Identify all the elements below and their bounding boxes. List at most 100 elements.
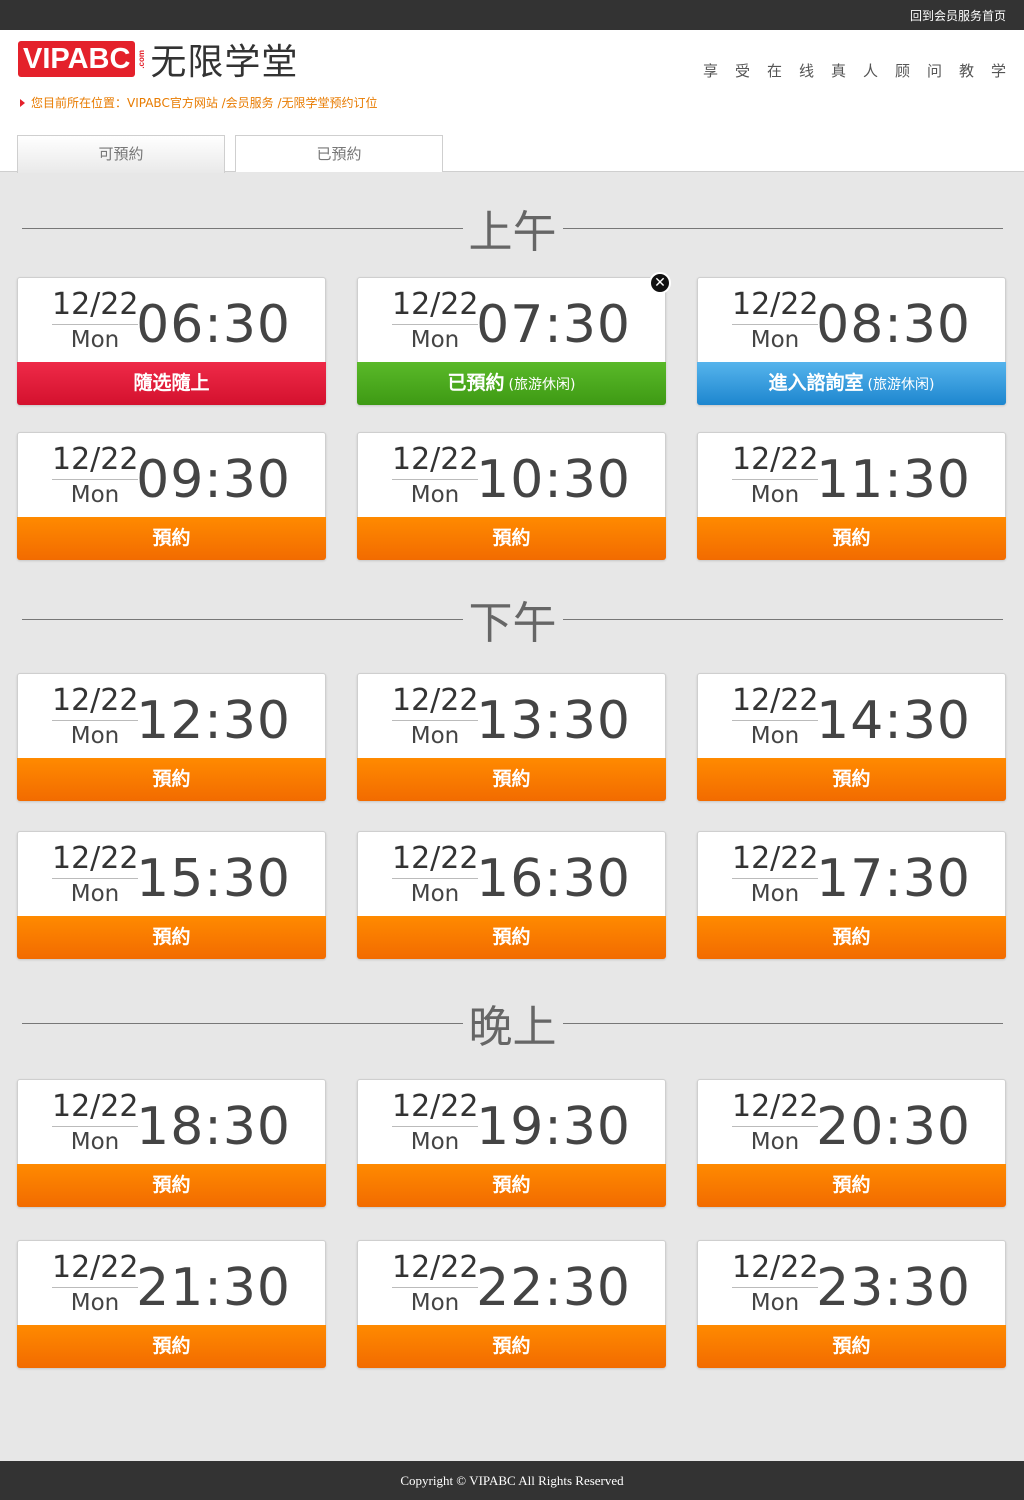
slot-date: 12/22 Mon <box>52 286 138 355</box>
section-label: 下午 <box>468 598 557 649</box>
slot-weekday: Mon <box>750 1290 800 1316</box>
time-slot-card: 12/22 Mon 20:30 預約 <box>697 1079 1006 1207</box>
slot-date: 12/22 Mon <box>392 441 478 510</box>
slot-date: 12/22 Mon <box>732 1088 818 1157</box>
slot-action-button[interactable]: 預約 <box>357 1164 666 1207</box>
section-heading: 上午 <box>22 198 1003 258</box>
slot-month-day: 12/22 <box>392 682 478 721</box>
logo-text: 无限学堂 <box>150 42 299 83</box>
time-slot-card: 12/22 Mon 18:30 預約 <box>17 1079 326 1207</box>
slot-time: 23:30 <box>816 1258 971 1318</box>
time-slot-card: 12/22 Mon 21:30 預約 <box>17 1240 326 1368</box>
logo-com: .com <box>137 49 147 69</box>
logo-main: VIPABC <box>18 41 136 77</box>
slot-time: 07:30 <box>476 295 631 355</box>
slot-weekday: Mon <box>410 1290 460 1316</box>
slot-course-note: (旅游休闲) <box>867 377 935 393</box>
slot-month-day: 12/22 <box>732 286 818 325</box>
slot-action-button[interactable]: 預約 <box>697 1325 1006 1368</box>
slot-action-label: 預約 <box>492 926 531 948</box>
slot-weekday: Mon <box>410 881 460 907</box>
slot-month-day: 12/22 <box>52 1249 138 1288</box>
logo[interactable]: VIPABC .com 无限学堂 <box>18 40 298 83</box>
time-slot-card: 12/22 Mon 06:30 隨选隨上 <box>17 277 326 405</box>
slot-action-label: 已預約 <box>447 372 505 394</box>
slot-month-day: 12/22 <box>392 286 478 325</box>
time-slot-card: 12/22 Mon 13:30 預約 <box>357 673 666 801</box>
slot-time: 20:30 <box>816 1097 971 1157</box>
slot-time: 18:30 <box>136 1097 291 1157</box>
slot-action-button[interactable]: 進入諮詢室 (旅游休闲) <box>697 362 1006 405</box>
member-home-link[interactable]: 回到会员服务首页 <box>910 7 1006 24</box>
breadcrumb-arrow-icon <box>20 98 25 107</box>
slot-time: 16:30 <box>476 849 631 909</box>
divider <box>562 227 1003 229</box>
slot-time: 09:30 <box>136 450 291 510</box>
divider <box>22 227 463 229</box>
time-slot-card: 12/22 Mon 14:30 預約 <box>697 673 1006 801</box>
section-heading: 晚上 <box>22 993 1003 1053</box>
slot-time: 15:30 <box>136 849 291 909</box>
slot-time: 06:30 <box>136 295 291 355</box>
tab-available[interactable]: 可預約 <box>17 135 225 173</box>
slot-action-label: 隨选隨上 <box>133 372 210 394</box>
slot-weekday: Mon <box>750 327 800 353</box>
slot-action-label: 預約 <box>492 1335 531 1357</box>
slot-date: 12/22 Mon <box>392 1088 478 1157</box>
close-icon[interactable]: ✕ <box>649 272 671 294</box>
slot-action-button[interactable]: 預約 <box>357 916 666 959</box>
slot-weekday: Mon <box>70 881 120 907</box>
slot-action-button[interactable]: 預約 <box>697 1164 1006 1207</box>
divider <box>22 618 463 620</box>
slot-date: 12/22 Mon <box>732 286 818 355</box>
slot-action-button[interactable]: 預約 <box>697 517 1006 560</box>
slot-action-label: 預約 <box>832 1174 871 1196</box>
tab-booked[interactable]: 已預約 <box>235 135 443 172</box>
slot-action-label: 預約 <box>152 926 191 948</box>
time-slot-card: 12/22 Mon 10:30 預約 <box>357 432 666 560</box>
slot-action-button[interactable]: 預約 <box>17 1325 326 1368</box>
slot-time: 21:30 <box>136 1258 291 1318</box>
slot-action-button[interactable]: 預約 <box>697 758 1006 801</box>
slot-action-button[interactable]: 預約 <box>697 916 1006 959</box>
slot-action-label: 預約 <box>152 1174 191 1196</box>
slot-action-button[interactable]: 已預約 (旅游休闲) <box>357 362 666 405</box>
slogan: 享受在线真人顾问教学 <box>702 62 1023 80</box>
slot-date: 12/22 Mon <box>392 1249 478 1318</box>
slot-action-label: 預約 <box>832 768 871 790</box>
slot-action-button[interactable]: 隨选隨上 <box>17 362 326 405</box>
slot-time: 17:30 <box>816 849 971 909</box>
slot-action-button[interactable]: 預約 <box>17 1164 326 1207</box>
time-slot-card: 12/22 Mon 22:30 預約 <box>357 1240 666 1368</box>
slot-action-button[interactable]: 預約 <box>357 758 666 801</box>
time-slot-card: 12/22 Mon 15:30 預約 <box>17 831 326 959</box>
slot-date: 12/22 Mon <box>732 682 818 751</box>
slot-date: 12/22 Mon <box>52 840 138 909</box>
breadcrumb-text[interactable]: 您目前所在位置：VIPABC官方网站 /会员服务 /无限学堂预约订位 <box>31 94 378 111</box>
slot-time: 13:30 <box>476 691 631 751</box>
section-label: 晚上 <box>468 1002 557 1053</box>
header: VIPABC .com 无限学堂 享受在线真人顾问教学 您目前所在位置：VIPA… <box>0 30 1024 173</box>
slot-action-button[interactable]: 預約 <box>17 517 326 560</box>
slot-action-label: 預約 <box>832 926 871 948</box>
time-slot-card: 12/22 Mon 09:30 預約 <box>17 432 326 560</box>
divider <box>562 1022 1003 1024</box>
slot-action-button[interactable]: 預約 <box>357 1325 666 1368</box>
slot-action-label: 預約 <box>152 768 191 790</box>
slot-time: 19:30 <box>476 1097 631 1157</box>
slot-date: 12/22 Mon <box>52 441 138 510</box>
time-slot-card: 12/22 Mon 23:30 預約 <box>697 1240 1006 1368</box>
slot-weekday: Mon <box>410 1129 460 1155</box>
time-slot-card: 12/22 Mon 08:30 進入諮詢室 (旅游休闲) <box>697 277 1006 405</box>
slot-action-button[interactable]: 預約 <box>17 758 326 801</box>
slot-action-button[interactable]: 預約 <box>17 916 326 959</box>
slot-month-day: 12/22 <box>52 441 138 480</box>
slot-date: 12/22 Mon <box>52 1088 138 1157</box>
footer: Copyright © VIPABC All Rights Reserved <box>0 1461 1024 1500</box>
slot-action-button[interactable]: 預約 <box>357 517 666 560</box>
slot-action-label: 進入諮詢室 <box>768 372 864 394</box>
slot-action-label: 預約 <box>152 527 191 549</box>
slot-course-note: (旅游休闲) <box>508 377 576 393</box>
slot-time: 14:30 <box>816 691 971 751</box>
time-slot-card: 12/22 Mon 12:30 預約 <box>17 673 326 801</box>
